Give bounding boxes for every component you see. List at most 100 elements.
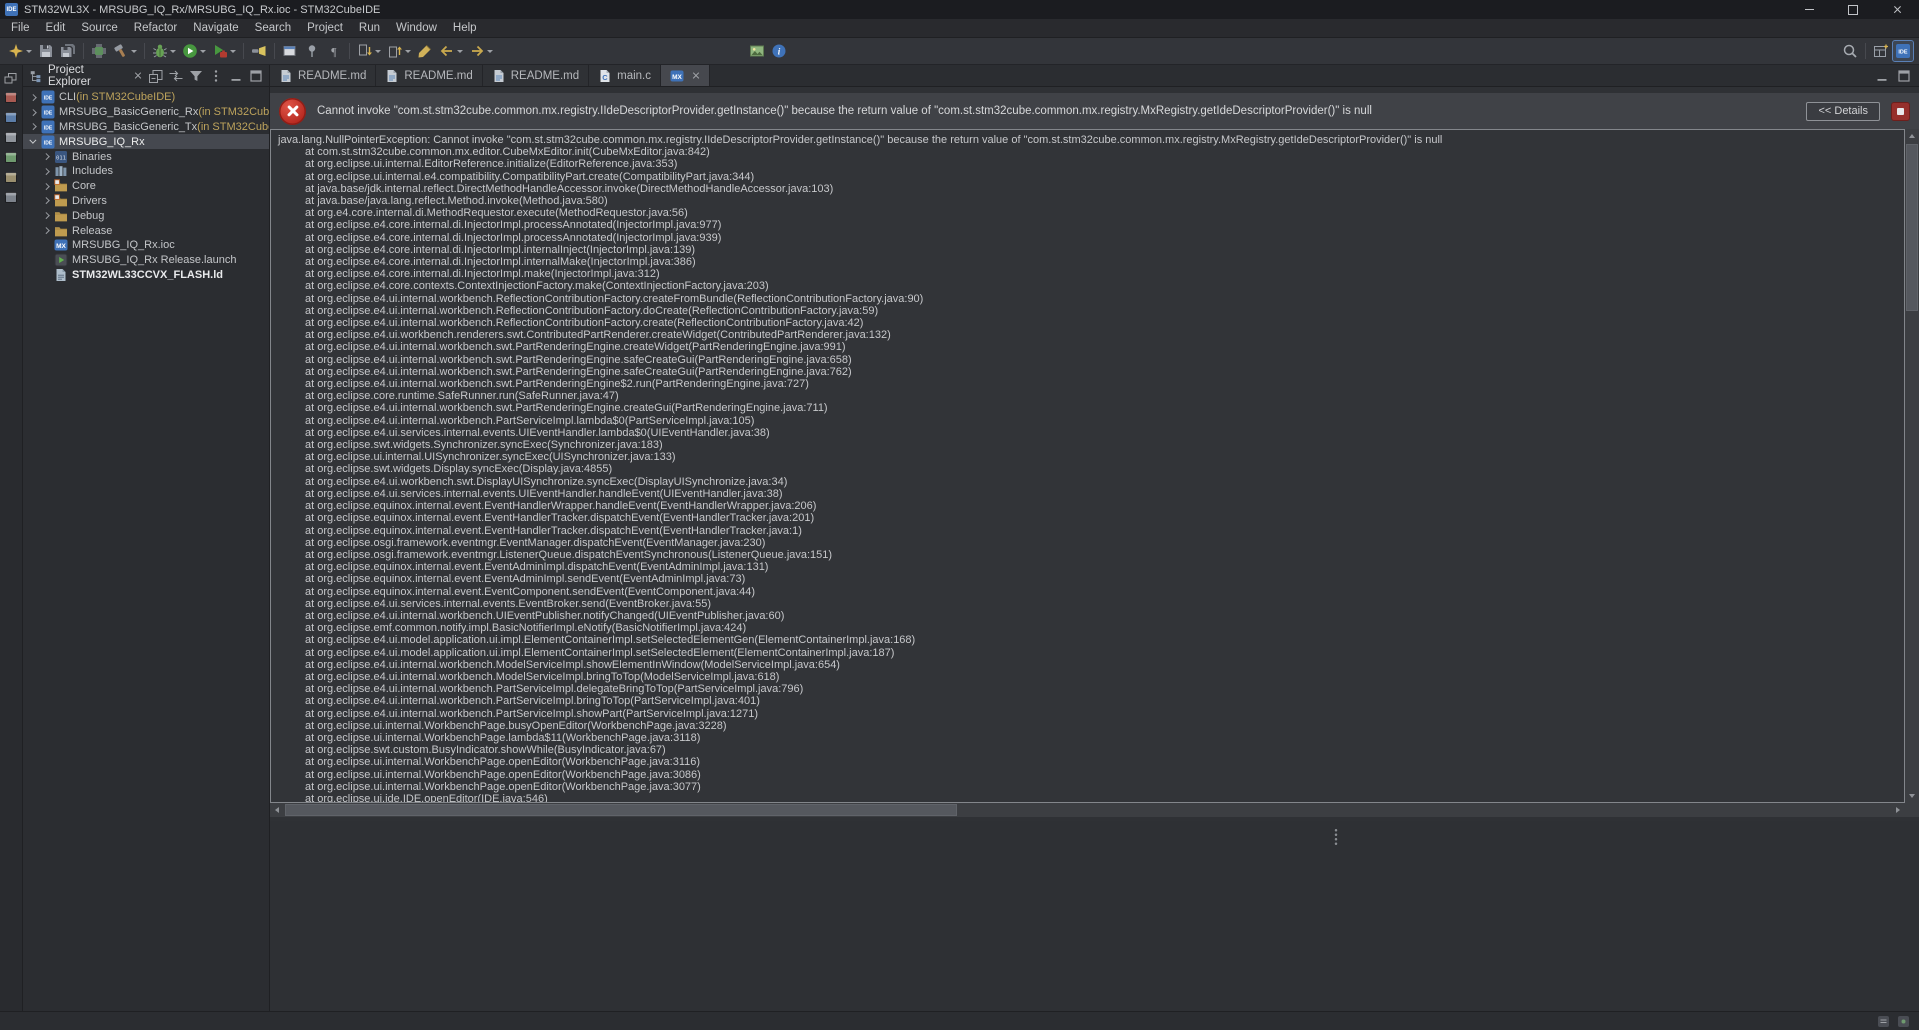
search-icon[interactable] [1840, 41, 1860, 61]
view-menu-icon[interactable] [208, 68, 224, 84]
tree-item-mrsubg-basicgeneric-rx[interactable]: IDE MRSUBG_BasicGeneric_Rx (in STM32CubeI… [23, 105, 269, 120]
debug-icon[interactable] [150, 41, 178, 61]
details-button[interactable]: << Details [1806, 101, 1880, 121]
new-window-icon[interactable] [280, 41, 300, 61]
tree-item-includes[interactable]: Includes [23, 164, 269, 179]
tree-item-debug[interactable]: Debug [23, 208, 269, 223]
open-element-icon[interactable] [249, 41, 269, 61]
pin-editor-icon[interactable] [302, 41, 322, 61]
minimized-view-icon-1[interactable] [3, 90, 19, 105]
last-edit-location-icon[interactable] [415, 41, 435, 61]
dropdown-arrow-icon[interactable] [457, 49, 463, 53]
dropdown-arrow-icon[interactable] [487, 49, 493, 53]
minimized-view-icon-5[interactable] [3, 170, 19, 185]
scroll-right-icon[interactable] [1891, 803, 1905, 817]
menu-file[interactable]: File [3, 21, 38, 35]
info-icon[interactable]: i [769, 41, 789, 61]
next-annotation-icon[interactable] [355, 41, 383, 61]
sash-grip[interactable] [1334, 828, 1338, 846]
tree-item-mrsubg-iq-rx-ioc[interactable]: MX MRSUBG_IQ_Rx.ioc [23, 238, 269, 253]
menu-edit[interactable]: Edit [38, 21, 74, 35]
editor-tab-readme-md-1[interactable]: README.md [376, 65, 483, 86]
minimized-view-icon-2[interactable] [3, 110, 19, 125]
error-log-icon[interactable] [1891, 101, 1910, 121]
run-icon[interactable] [180, 41, 208, 61]
tree-item-cli[interactable]: IDE CLI (in STM32CubeIDE) [23, 90, 269, 105]
close-window-button[interactable] [1875, 0, 1919, 19]
expand-arrow-icon[interactable] [41, 210, 52, 221]
show-whitespace-icon[interactable]: ¶ [324, 41, 344, 61]
minimized-view-icon-4[interactable] [3, 150, 19, 165]
vertical-scrollbar[interactable] [1905, 129, 1919, 803]
tree-item-release[interactable]: Release [23, 223, 269, 238]
dropdown-arrow-icon[interactable] [405, 49, 411, 53]
tree-item-binaries[interactable]: 011 Binaries [23, 149, 269, 164]
dropdown-arrow-icon[interactable] [230, 49, 236, 53]
maximize-window-button[interactable] [1831, 0, 1875, 19]
editor-tab-ioc-4[interactable]: MX [661, 65, 710, 86]
ide-perspective-icon[interactable]: IDE [1892, 40, 1914, 62]
expand-arrow-icon[interactable] [28, 92, 39, 103]
expand-arrow-icon[interactable] [41, 225, 52, 236]
build-icon[interactable] [111, 41, 139, 61]
dropdown-arrow-icon[interactable] [375, 49, 381, 53]
dropdown-arrow-icon[interactable] [131, 49, 137, 53]
menu-window[interactable]: Window [388, 21, 445, 35]
editor-tab-readme-md-0[interactable]: README.md [270, 65, 377, 86]
tree-item-drivers[interactable]: Drivers [23, 194, 269, 209]
expand-arrow-icon[interactable] [41, 181, 52, 192]
editor-tab-main-c-3[interactable]: Cmain.c [589, 65, 661, 86]
expand-arrow-icon[interactable] [28, 121, 39, 132]
previous-annotation-icon[interactable] [385, 41, 413, 61]
minimize-view-icon[interactable] [228, 68, 244, 84]
horizontal-scroll-thumb[interactable] [285, 804, 958, 816]
close-tab-icon[interactable] [692, 72, 700, 80]
collapse-all-icon[interactable] [148, 68, 164, 84]
minimized-view-icon-6[interactable] [3, 190, 19, 205]
menu-run[interactable]: Run [351, 21, 388, 35]
expand-arrow-icon[interactable] [28, 136, 39, 147]
dropdown-arrow-icon[interactable] [200, 49, 206, 53]
minimize-editor-icon[interactable] [1874, 68, 1890, 84]
editor-tab-readme-md-2[interactable]: README.md [482, 65, 590, 86]
link-with-editor-icon[interactable] [168, 68, 184, 84]
expand-arrow-icon[interactable] [41, 166, 52, 177]
tree-item-mrsubg-iq-rx-release-launch[interactable]: MRSUBG_IQ_Rx Release.launch [23, 253, 269, 268]
restore-views-icon[interactable] [3, 70, 19, 85]
tree-item-mrsubg-basicgeneric-tx[interactable]: IDE MRSUBG_BasicGeneric_Tx (in STM32CubeI… [23, 120, 269, 135]
save-all-icon[interactable] [58, 41, 78, 61]
filter-icon[interactable] [188, 68, 204, 84]
tree-item-mrsubg-iq-rx[interactable]: IDE MRSUBG_IQ_Rx [23, 134, 269, 150]
menu-project[interactable]: Project [299, 21, 351, 35]
external-tools-icon[interactable] [210, 41, 238, 61]
open-perspective-icon[interactable] [1871, 41, 1891, 61]
close-view-icon[interactable] [134, 72, 142, 80]
scroll-up-icon[interactable] [1905, 129, 1919, 143]
new-wizard-icon[interactable] [6, 41, 34, 61]
maximize-editor-icon[interactable] [1896, 68, 1912, 84]
menu-source[interactable]: Source [73, 21, 125, 35]
flash-programmer-icon[interactable] [89, 41, 109, 61]
menu-refactor[interactable]: Refactor [126, 21, 185, 35]
dropdown-arrow-icon[interactable] [170, 49, 176, 53]
image-icon[interactable] [747, 41, 767, 61]
project-explorer-tab[interactable]: Project Explorer [23, 64, 148, 88]
expand-arrow-icon[interactable] [28, 107, 39, 118]
maximize-view-icon[interactable] [248, 68, 264, 84]
stack-trace[interactable]: java.lang.NullPointerException: Cannot i… [270, 129, 1905, 803]
dropdown-arrow-icon[interactable] [26, 49, 32, 53]
expand-arrow-icon[interactable] [41, 151, 52, 162]
menu-help[interactable]: Help [445, 21, 485, 35]
status-tool-icon-2[interactable] [1897, 1015, 1910, 1028]
vertical-scroll-thumb[interactable] [1906, 144, 1918, 311]
back-icon[interactable] [437, 41, 465, 61]
menu-navigate[interactable]: Navigate [185, 21, 246, 35]
minimized-view-icon-3[interactable] [3, 130, 19, 145]
status-tool-icon-1[interactable] [1877, 1015, 1890, 1028]
scroll-down-icon[interactable] [1905, 789, 1919, 803]
horizontal-scrollbar[interactable] [270, 803, 1905, 817]
scroll-left-icon[interactable] [270, 803, 284, 817]
menu-search[interactable]: Search [247, 21, 299, 35]
minimize-window-button[interactable] [1787, 0, 1831, 19]
tree-item-core[interactable]: Core [23, 179, 269, 194]
